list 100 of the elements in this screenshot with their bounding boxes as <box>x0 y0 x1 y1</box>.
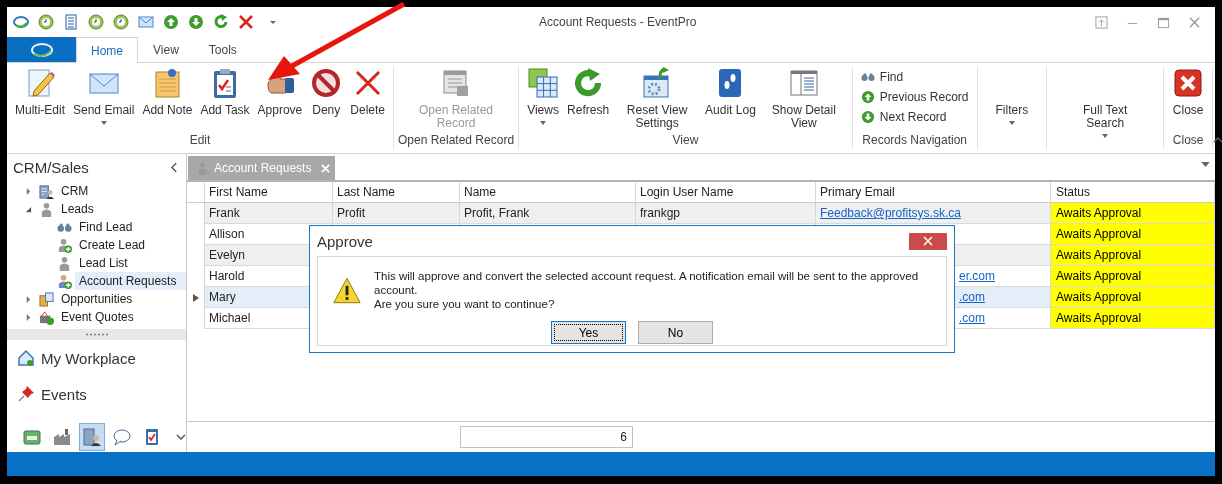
ribbon-button[interactable]: Delete <box>346 67 389 133</box>
navigation-pane-button[interactable]: My Workplace <box>7 340 186 376</box>
ribbon-button[interactable]: Deny <box>306 67 347 133</box>
chevron-down-icon[interactable] <box>176 434 186 440</box>
speech-bubble-icon <box>111 427 132 447</box>
panel-icon <box>787 67 820 99</box>
clock-icon[interactable] <box>113 14 129 30</box>
no-entry-icon <box>310 67 343 99</box>
row-count-field: 6 <box>460 426 633 448</box>
restore-icon[interactable] <box>1095 15 1108 29</box>
group-label: Edit <box>189 133 211 149</box>
close-button[interactable] <box>909 232 947 250</box>
pushpin-icon <box>17 385 35 403</box>
ribbon-button[interactable]: Next Record <box>856 109 973 125</box>
ribbon-tab[interactable]: View <box>138 37 194 62</box>
dialog-message: This will approve and convert the selected account request. A notification email will be sent to the approved account. Are you sure you want to continue? <box>374 269 920 311</box>
status-cell: Awaits Approval <box>1051 224 1215 245</box>
document-icon[interactable] <box>63 14 79 30</box>
ribbon-button[interactable]: Add Task <box>196 67 254 133</box>
ribbon-button[interactable]: Previous Record <box>856 89 973 105</box>
tree-item[interactable]: Leads <box>7 200 186 218</box>
table-cell: Frank <box>205 203 333 224</box>
navigation-pane-button[interactable]: Events <box>7 376 186 412</box>
window-title: Account Requests - EventPro <box>539 15 697 29</box>
dropdown-icon[interactable] <box>269 18 277 26</box>
close-icon[interactable] <box>1188 15 1201 29</box>
dialog-button[interactable]: No <box>638 321 713 344</box>
ribbon-tab[interactable]: Tools <box>193 37 252 62</box>
ribbon-button[interactable]: Send Email <box>69 67 139 133</box>
logo-icon[interactable] <box>13 14 29 30</box>
ribbon-button[interactable]: Close <box>1168 67 1209 133</box>
expander-icon[interactable] <box>25 205 32 213</box>
email-link[interactable]: Feedback@profitsys.sk.ca <box>820 206 961 220</box>
building-person-icon <box>39 183 54 199</box>
sidebar-title: CRM/Sales <box>13 158 89 176</box>
table-cell: Profit <box>333 203 460 224</box>
email-link[interactable]: .com <box>959 311 985 325</box>
group-label: Open Related Record <box>398 133 515 149</box>
person-add-icon <box>57 273 72 289</box>
ribbon-button[interactable]: Audit Log <box>701 67 760 133</box>
tree-item[interactable]: CRM <box>7 182 186 200</box>
application-menu-button[interactable] <box>7 37 76 62</box>
refresh-icon[interactable] <box>213 14 229 30</box>
person-icon <box>57 255 72 271</box>
warning-icon <box>332 275 362 305</box>
email-link[interactable]: er.com <box>959 269 995 283</box>
tree-item[interactable]: Create Lead <box>7 236 186 254</box>
row-pointer-icon <box>192 293 199 302</box>
ribbon-button[interactable]: Refresh <box>563 67 614 133</box>
logo-icon <box>29 41 54 58</box>
table-cell: Profit, Frank <box>460 203 636 224</box>
ribbon-button[interactable]: Reset View Settings <box>613 67 702 133</box>
gift-icon <box>39 309 54 325</box>
grid-icon <box>527 67 560 99</box>
grip-icon[interactable] <box>84 333 109 336</box>
expander-icon[interactable] <box>25 295 32 303</box>
ribbon-tab[interactable]: Home <box>76 37 138 63</box>
email-link[interactable]: .com <box>959 290 985 304</box>
tree-item[interactable]: Opportunities <box>7 290 186 308</box>
maximize-icon[interactable] <box>1157 15 1170 29</box>
dropdown-icon[interactable] <box>1201 162 1210 167</box>
tree-item[interactable]: Find Lead <box>7 218 186 236</box>
ribbon-button[interactable]: Full Text Search <box>1061 67 1150 149</box>
ribbon-button[interactable]: Views <box>523 67 564 133</box>
building-person-icon <box>82 427 103 447</box>
module-button[interactable] <box>78 423 106 451</box>
ribbon-button[interactable]: Filters <box>991 67 1033 149</box>
close-icon <box>923 236 933 246</box>
column-header[interactable]: Name <box>460 182 636 202</box>
group-label: View <box>672 133 699 149</box>
column-header[interactable]: Last Name <box>333 182 460 202</box>
bed-icon <box>22 427 43 447</box>
clock-icon[interactable] <box>38 14 54 30</box>
expander-icon[interactable] <box>25 187 32 195</box>
status-cell: Awaits Approval <box>1051 245 1215 266</box>
house-icon <box>17 349 35 367</box>
group-label: Records Navigation <box>862 133 968 149</box>
close-icon[interactable] <box>238 14 254 30</box>
clock-icon[interactable] <box>88 14 104 30</box>
tree-item[interactable]: Lead List <box>7 254 186 272</box>
column-header[interactable]: Login User Name <box>636 182 816 202</box>
status-cell: Awaits Approval <box>1051 266 1215 287</box>
ribbon-button[interactable]: Show Detail View <box>759 67 848 133</box>
dialog-button[interactable]: Yes <box>551 321 626 344</box>
envelope-icon[interactable] <box>138 14 154 30</box>
close-icon <box>1172 67 1205 99</box>
status-cell: Awaits Approval <box>1051 287 1215 308</box>
table-cell: frankgp <box>636 203 816 224</box>
status-cell: Awaits Approval <box>1051 308 1215 329</box>
ribbon-button[interactable]: Find <box>856 69 973 85</box>
ribbon-button[interactable]: Multi-Edit <box>11 67 69 133</box>
factory-icon <box>52 427 73 447</box>
column-header[interactable]: First Name <box>205 182 333 202</box>
group-label: Close <box>1172 133 1204 149</box>
expander-icon[interactable] <box>25 313 32 321</box>
ribbon-button[interactable]: Add Note <box>138 67 197 133</box>
person-icon <box>39 201 54 217</box>
coins-icon <box>39 291 54 307</box>
tree-item[interactable]: Event Quotes <box>7 308 186 326</box>
person-add-icon <box>57 237 72 253</box>
